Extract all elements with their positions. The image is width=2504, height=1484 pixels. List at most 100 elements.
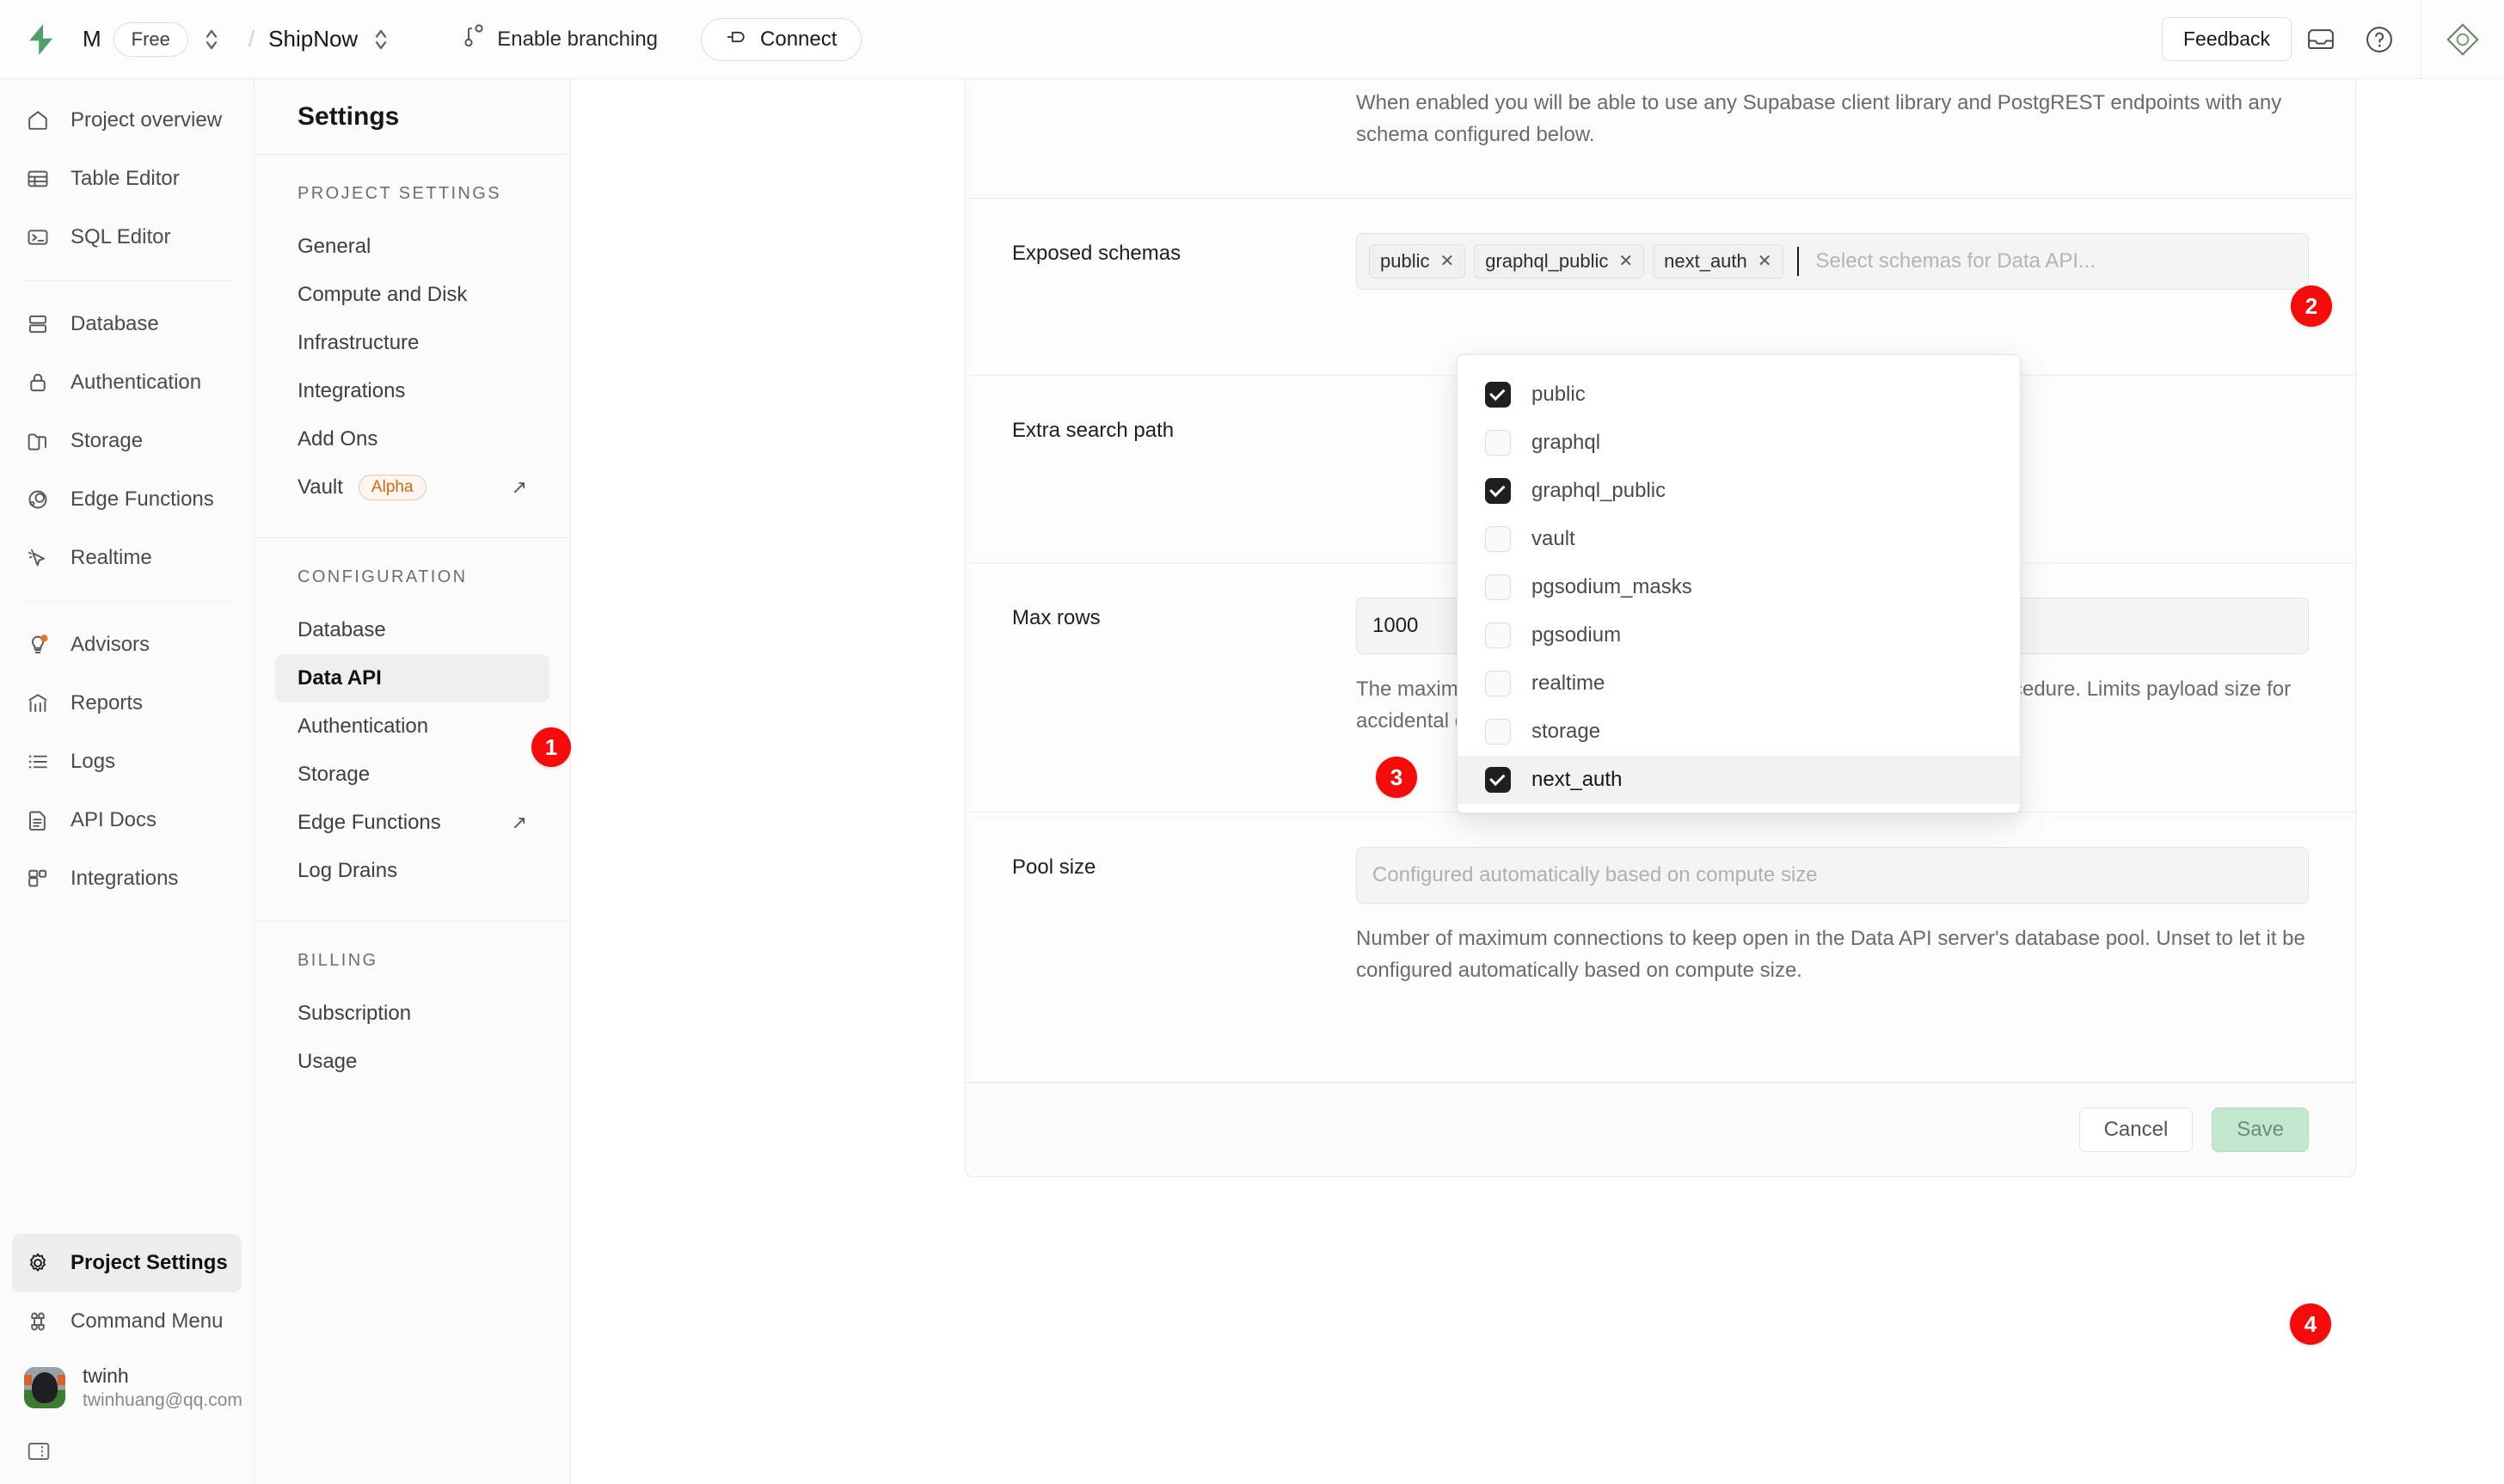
project-name[interactable]: ShipNow	[268, 26, 358, 52]
checkbox-icon[interactable]	[1485, 526, 1511, 552]
settings-item-vault[interactable]: Vault Alpha ↗	[275, 463, 549, 512]
schema-option-next-auth[interactable]: next_auth	[1458, 756, 2020, 804]
schema-option-graphql-public[interactable]: graphql_public	[1458, 467, 2020, 515]
schema-option-storage[interactable]: storage	[1458, 708, 2020, 756]
sidebar-item-integrations[interactable]: Integrations	[12, 849, 242, 908]
org-switcher-chevron-icon[interactable]	[197, 25, 226, 54]
sidebar-label: Logs	[71, 750, 115, 774]
sidebar-label: SQL Editor	[71, 225, 171, 249]
sidebar-label: Authentication	[71, 371, 201, 395]
settings-item-storage[interactable]: Storage	[275, 751, 549, 799]
checkbox-checked-icon[interactable]	[1485, 767, 1511, 793]
max-rows-label: Max rows	[1012, 598, 1356, 777]
checkbox-icon[interactable]	[1485, 671, 1511, 696]
document-icon	[24, 806, 52, 834]
settings-item-general[interactable]: General	[275, 223, 549, 271]
checkbox-icon[interactable]	[1485, 622, 1511, 648]
settings-item-label: Infrastructure	[298, 331, 419, 355]
pool-size-input[interactable]: Configured automatically based on comput…	[1356, 847, 2309, 904]
top-bar: M Free / ShipNow Enable branching Connec…	[0, 0, 2504, 79]
settings-item-label: Add Ons	[298, 427, 377, 451]
save-button[interactable]: Save	[2212, 1107, 2309, 1152]
sidebar-item-edge-functions[interactable]: Edge Functions	[12, 470, 242, 529]
connect-label: Connect	[760, 28, 837, 52]
inbox-icon[interactable]	[2292, 27, 2350, 52]
enable-branching-button[interactable]: Enable branching	[451, 16, 670, 62]
checkbox-icon[interactable]	[1485, 430, 1511, 456]
assistant-diamond-icon[interactable]	[2421, 21, 2504, 58]
primary-sidebar: Project overview Table Editor SQL Editor…	[0, 79, 255, 1484]
chip-remove-icon[interactable]: ✕	[1618, 250, 1633, 272]
cancel-button[interactable]: Cancel	[2079, 1107, 2194, 1152]
checkbox-icon[interactable]	[1485, 574, 1511, 600]
schema-option-label: graphql_public	[1531, 479, 1666, 503]
settings-item-edge-functions[interactable]: Edge Functions ↗	[275, 799, 549, 847]
command-icon	[24, 1308, 52, 1335]
plan-badge[interactable]: Free	[114, 22, 188, 57]
settings-item-integrations[interactable]: Integrations	[275, 367, 549, 415]
sidebar-item-project-settings[interactable]: Project Settings	[12, 1234, 242, 1292]
schema-option-vault[interactable]: vault	[1458, 515, 2020, 563]
settings-item-database[interactable]: Database	[275, 606, 549, 654]
external-link-icon: ↗	[512, 812, 527, 834]
sidebar-divider	[22, 280, 231, 281]
sidebar-label: Storage	[71, 429, 143, 453]
blocks-icon	[24, 865, 52, 892]
sidebar-item-logs[interactable]: Logs	[12, 733, 242, 791]
settings-item-data-api[interactable]: Data API	[275, 654, 549, 702]
sidebar-label: Command Menu	[71, 1309, 223, 1334]
settings-item-compute-and-disk[interactable]: Compute and Disk	[275, 271, 549, 319]
sidebar-item-project-overview[interactable]: Project overview	[12, 91, 242, 150]
chip-remove-icon[interactable]: ✕	[1439, 250, 1454, 272]
settings-item-label: General	[298, 235, 371, 259]
sidebar-item-api-docs[interactable]: API Docs	[12, 791, 242, 849]
settings-item-add-ons[interactable]: Add Ons	[275, 415, 549, 463]
pool-size-label: Pool size	[1012, 847, 1356, 1047]
schema-chip-next-auth[interactable]: next_auth ✕	[1653, 244, 1783, 279]
supabase-logo[interactable]	[0, 24, 83, 55]
intro-label-spacer	[1012, 87, 1356, 151]
schema-option-pgsodium[interactable]: pgsodium	[1458, 611, 2020, 659]
checkbox-checked-icon[interactable]	[1485, 382, 1511, 408]
settings-item-infrastructure[interactable]: Infrastructure	[275, 319, 549, 367]
org-initial[interactable]: M	[83, 26, 101, 52]
connect-button[interactable]: Connect	[701, 18, 862, 61]
checkbox-checked-icon[interactable]	[1485, 478, 1511, 504]
sidebar-item-table-editor[interactable]: Table Editor	[12, 150, 242, 208]
schema-option-graphql[interactable]: graphql	[1458, 419, 2020, 467]
sidebar-item-authentication[interactable]: Authentication	[12, 353, 242, 412]
user-account-row[interactable]: twinh twinhuang@qq.com	[12, 1351, 242, 1425]
schema-chip-graphql-public[interactable]: graphql_public ✕	[1474, 244, 1644, 279]
checkbox-icon[interactable]	[1485, 719, 1511, 745]
sidebar-label: Project overview	[71, 108, 222, 132]
sidebar-item-database[interactable]: Database	[12, 295, 242, 353]
schema-option-public[interactable]: public	[1458, 371, 2020, 419]
schema-option-label: storage	[1531, 720, 1600, 744]
sidebar-collapse-icon[interactable]	[26, 1438, 254, 1469]
step-badge-1: 1	[531, 727, 571, 767]
project-switcher-chevron-icon[interactable]	[366, 25, 396, 54]
schema-option-label: pgsodium	[1531, 623, 1621, 647]
schema-option-realtime[interactable]: realtime	[1458, 659, 2020, 708]
sidebar-item-sql-editor[interactable]: SQL Editor	[12, 208, 242, 267]
settings-item-authentication[interactable]: Authentication	[275, 702, 549, 751]
exposed-schemas-multiselect[interactable]: public ✕ graphql_public ✕ next_auth ✕ Se…	[1356, 233, 2309, 290]
chip-remove-icon[interactable]: ✕	[1758, 250, 1772, 272]
sidebar-item-command-menu[interactable]: Command Menu	[12, 1292, 242, 1351]
schema-option-label: pgsodium_masks	[1531, 575, 1692, 599]
sidebar-item-reports[interactable]: Reports	[12, 674, 242, 733]
step-badge-4: 4	[2290, 1303, 2331, 1345]
settings-section-configuration: CONFIGURATION Database Data API Authenti…	[255, 538, 570, 922]
sidebar-label: Integrations	[71, 867, 178, 891]
help-icon[interactable]	[2350, 25, 2409, 54]
sidebar-item-realtime[interactable]: Realtime	[12, 529, 242, 587]
settings-item-subscription[interactable]: Subscription	[275, 990, 549, 1038]
sidebar-item-advisors[interactable]: Advisors	[12, 616, 242, 674]
schema-option-pgsodium-masks[interactable]: pgsodium_masks	[1458, 563, 2020, 611]
settings-item-log-drains[interactable]: Log Drains	[275, 847, 549, 895]
feedback-button[interactable]: Feedback	[2162, 17, 2292, 61]
settings-item-label: Compute and Disk	[298, 283, 467, 307]
settings-item-usage[interactable]: Usage	[275, 1038, 549, 1086]
schema-chip-public[interactable]: public ✕	[1369, 244, 1465, 279]
sidebar-item-storage[interactable]: Storage	[12, 412, 242, 470]
